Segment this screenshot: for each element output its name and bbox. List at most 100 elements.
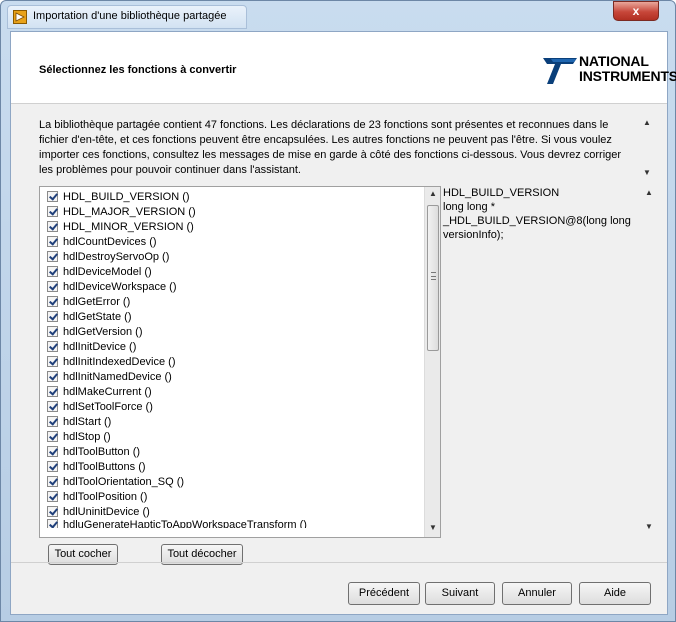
scroll-up-icon[interactable]: ▲	[429, 189, 437, 198]
window-title: Importation d'une bibliothèque partagée	[33, 10, 227, 22]
checkbox[interactable]	[47, 281, 58, 292]
checkbox[interactable]	[47, 446, 58, 457]
function-list-item[interactable]: hdlStart ()	[42, 414, 422, 429]
checkbox[interactable]	[47, 356, 58, 367]
function-label: hdlGetState ()	[63, 310, 132, 323]
checkbox[interactable]	[47, 341, 58, 352]
function-list-item[interactable]: hdlDestroyServoOp ()	[42, 249, 422, 264]
labview-app-icon	[13, 10, 27, 24]
checkbox[interactable]	[47, 491, 58, 502]
eagle-logo-icon	[543, 58, 577, 84]
scrollbar-thumb[interactable]	[427, 205, 439, 351]
function-label: hdlMakeCurrent ()	[63, 385, 152, 398]
checkbox[interactable]	[47, 416, 58, 427]
function-list-item[interactable]: hdlToolOrientation_SQ ()	[42, 474, 422, 489]
checkbox[interactable]	[47, 461, 58, 472]
scroll-down-icon[interactable]: ▼	[429, 523, 437, 532]
function-list-item[interactable]: hdlGetVersion ()	[42, 324, 422, 339]
checkbox[interactable]	[47, 506, 58, 517]
function-list[interactable]: HDL_BUILD_VERSION () HDL_MAJOR_VERSION ()…	[39, 186, 441, 538]
function-list-item[interactable]: hdlToolPosition ()	[42, 489, 422, 504]
function-label: hdlToolPosition ()	[63, 490, 148, 503]
function-list-item[interactable]: hdlToolButton ()	[42, 444, 422, 459]
function-label: hdlInitIndexedDevice ()	[63, 355, 176, 368]
function-list-item[interactable]: hdlSetToolForce ()	[42, 399, 422, 414]
checkbox[interactable]	[47, 401, 58, 412]
function-list-item[interactable]: hdlDeviceModel ()	[42, 264, 422, 279]
page-title: Sélectionnez les fonctions à convertir	[39, 64, 237, 76]
function-label: hdlDestroyServoOp ()	[63, 250, 170, 263]
function-label: hdlUninitDevice ()	[63, 505, 150, 518]
cancel-button[interactable]: Annuler	[502, 582, 572, 605]
close-button[interactable]: x	[613, 1, 659, 21]
logo-line-1: NATIONAL	[579, 53, 649, 69]
function-list-item[interactable]: hdluGenerateHapticToAppWorkspaceTransfor…	[42, 519, 422, 528]
checkbox[interactable]	[47, 221, 58, 232]
checkbox[interactable]	[47, 476, 58, 487]
checkbox[interactable]	[47, 266, 58, 277]
function-label: hdlToolOrientation_SQ ()	[63, 475, 185, 488]
function-list-item[interactable]: hdlInitNamedDevice ()	[42, 369, 422, 384]
function-list-scrollbar[interactable]: ▲ ▼	[424, 187, 440, 537]
function-list-item[interactable]: hdlGetError ()	[42, 294, 422, 309]
checkbox[interactable]	[47, 251, 58, 262]
help-button[interactable]: Aide	[579, 582, 651, 605]
function-list-item[interactable]: hdlCountDevices ()	[42, 234, 422, 249]
function-label: hdlToolButtons ()	[63, 460, 146, 473]
function-label: hdlToolButton ()	[63, 445, 141, 458]
function-details: HDL_BUILD_VERSION long long * _HDL_BUILD…	[443, 186, 637, 242]
checkbox[interactable]	[47, 519, 58, 528]
function-list-item[interactable]: hdlGetState ()	[42, 309, 422, 324]
function-list-item[interactable]: hdlStop ()	[42, 429, 422, 444]
scroll-down-icon[interactable]: ▼	[645, 522, 653, 531]
function-list-item[interactable]: hdlInitDevice ()	[42, 339, 422, 354]
ni-logo: NATIONAL INSTRUMENTS	[543, 54, 676, 86]
function-label: hdlInitNamedDevice ()	[63, 370, 172, 383]
scroll-down-icon[interactable]: ▼	[643, 168, 651, 177]
function-list-item[interactable]: HDL_MAJOR_VERSION ()	[42, 204, 422, 219]
wizard-header: Sélectionnez les fonctions à convertir N…	[11, 32, 676, 104]
function-label: hdlStop ()	[63, 430, 111, 443]
grip-icon	[431, 272, 436, 280]
function-label: hdlStart ()	[63, 415, 112, 428]
checkbox[interactable]	[47, 431, 58, 442]
function-label: HDL_MINOR_VERSION ()	[63, 220, 194, 233]
function-list-item[interactable]: hdlUninitDevice ()	[42, 504, 422, 519]
function-details-signature: long long * _HDL_BUILD_VERSION@8(long lo…	[443, 201, 631, 241]
function-label: hdlDeviceWorkspace ()	[63, 280, 177, 293]
logo-wordmark: NATIONAL INSTRUMENTS	[579, 54, 676, 84]
checkbox[interactable]	[47, 236, 58, 247]
previous-button[interactable]: Précédent	[348, 582, 420, 605]
wizard-panel: Sélectionnez les fonctions à convertir N…	[10, 31, 676, 615]
dialog-window: Importation d'une bibliothèque partagée …	[0, 0, 676, 622]
scroll-up-icon[interactable]: ▲	[645, 188, 653, 197]
scroll-up-icon[interactable]: ▲	[643, 118, 651, 127]
footer-divider	[11, 562, 667, 563]
function-label: hdlInitDevice ()	[63, 340, 137, 353]
function-list-item[interactable]: hdlInitIndexedDevice ()	[42, 354, 422, 369]
checkbox[interactable]	[47, 386, 58, 397]
function-label: hdlSetToolForce ()	[63, 400, 153, 413]
next-button[interactable]: Suivant	[425, 582, 495, 605]
function-label: HDL_BUILD_VERSION ()	[63, 190, 190, 203]
function-label: hdlCountDevices ()	[63, 235, 157, 248]
checkbox[interactable]	[47, 371, 58, 382]
details-scrollbar[interactable]: ▲ ▼	[641, 186, 657, 538]
checkbox[interactable]	[47, 311, 58, 322]
checkbox[interactable]	[47, 296, 58, 307]
function-details-name: HDL_BUILD_VERSION	[443, 187, 560, 199]
title-bar[interactable]: Importation d'une bibliothèque partagée …	[1, 1, 676, 31]
function-list-item[interactable]: hdlToolButtons ()	[42, 459, 422, 474]
function-list-item[interactable]: hdlDeviceWorkspace ()	[42, 279, 422, 294]
function-list-item[interactable]: HDL_MINOR_VERSION ()	[42, 219, 422, 234]
function-list-item[interactable]: hdlMakeCurrent ()	[42, 384, 422, 399]
function-list-item[interactable]: HDL_BUILD_VERSION ()	[42, 189, 422, 204]
intro-text: La bibliothèque partagée contient 47 fon…	[39, 119, 622, 176]
intro-scrollbar[interactable]: ▲ ▼	[639, 118, 655, 180]
function-label: hdluGenerateHapticToAppWorkspaceTransfor…	[63, 519, 307, 528]
function-label: HDL_MAJOR_VERSION ()	[63, 205, 196, 218]
checkbox[interactable]	[47, 326, 58, 337]
checkbox[interactable]	[47, 206, 58, 217]
logo-line-2: INSTRUMENTS	[579, 68, 676, 84]
checkbox[interactable]	[47, 191, 58, 202]
